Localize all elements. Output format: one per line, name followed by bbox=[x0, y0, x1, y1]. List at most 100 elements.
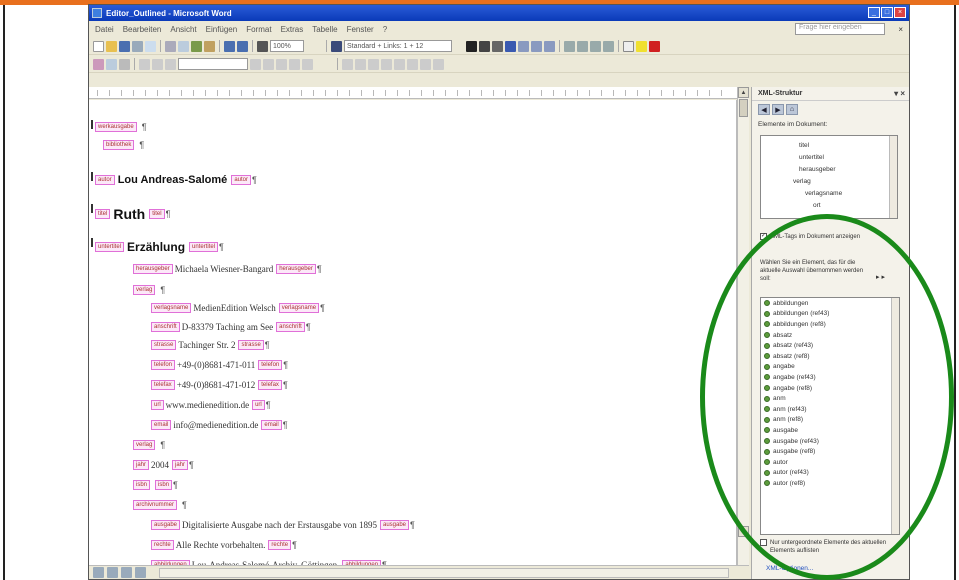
tree-item[interactable]: herausgeber bbox=[799, 166, 836, 173]
tool-icon[interactable] bbox=[394, 58, 405, 70]
document-text[interactable]: D-83379 Taching am See bbox=[182, 322, 273, 332]
menu-item[interactable]: Tabelle bbox=[312, 25, 337, 34]
align-right-icon[interactable] bbox=[531, 40, 542, 52]
list-item[interactable]: absatz bbox=[761, 330, 899, 341]
document-text[interactable]: Alle Rechte vorbehalten. bbox=[176, 540, 266, 550]
align-left-icon[interactable] bbox=[505, 40, 516, 52]
scroll-up-icon[interactable]: ▲ bbox=[738, 87, 749, 98]
back-icon[interactable]: ◀ bbox=[758, 104, 770, 115]
xml-close-tag[interactable]: jahr bbox=[172, 460, 189, 470]
document-text[interactable]: Erzählung bbox=[127, 240, 185, 254]
tool-icon[interactable] bbox=[407, 58, 418, 70]
forward-icon[interactable]: ▶ bbox=[772, 104, 784, 115]
close-document-icon[interactable]: × bbox=[898, 25, 903, 34]
tool-icon[interactable] bbox=[368, 58, 379, 70]
document-text[interactable]: 2004 bbox=[151, 460, 169, 470]
document-line[interactable]: verlag ¶ bbox=[133, 440, 165, 450]
document-text[interactable]: +49-(0)8681-471-011 bbox=[177, 360, 255, 370]
show-formatting-icon[interactable] bbox=[257, 40, 268, 52]
menu-item[interactable]: Extras bbox=[281, 25, 304, 34]
open-icon[interactable] bbox=[106, 40, 117, 52]
tool-icon[interactable] bbox=[420, 58, 431, 70]
xml-open-tag[interactable]: archivnummer bbox=[133, 500, 178, 510]
tool-icon[interactable] bbox=[119, 58, 130, 70]
document-line[interactable]: archivnummer ¶ bbox=[133, 500, 187, 510]
undo-icon[interactable] bbox=[224, 40, 235, 52]
bold-icon[interactable] bbox=[466, 40, 477, 52]
tool-icon[interactable] bbox=[139, 58, 150, 70]
tree-item[interactable]: verlagsname bbox=[805, 190, 842, 197]
show-tags-row[interactable]: ✓ XML-Tags im Dokument anzeigen bbox=[760, 233, 860, 240]
list-item[interactable]: anm bbox=[761, 393, 899, 404]
xml-close-tag[interactable]: strasse bbox=[238, 340, 264, 350]
numbering-icon[interactable] bbox=[564, 40, 575, 52]
list-item[interactable]: abbildungen (ref8) bbox=[761, 319, 899, 330]
document-line[interactable]: strasse Tachinger Str. 2 strasse ¶ bbox=[151, 340, 270, 350]
list-item[interactable]: anm (ref43) bbox=[761, 404, 899, 415]
style-select[interactable]: Standard + Links: 1 + 12 bbox=[344, 40, 452, 52]
scroll-thumb[interactable] bbox=[739, 99, 748, 117]
tree-item[interactable]: titel bbox=[799, 142, 809, 149]
tool-icon[interactable] bbox=[93, 58, 104, 70]
menu-item[interactable]: Ansicht bbox=[170, 25, 196, 34]
document-line[interactable]: bibliothek ¶ bbox=[103, 140, 144, 150]
tool-icon[interactable] bbox=[263, 58, 274, 70]
xml-open-tag[interactable]: email bbox=[151, 420, 172, 430]
menu-item[interactable]: Einfügen bbox=[206, 25, 238, 34]
tree-item[interactable]: untertitel bbox=[799, 154, 824, 161]
xml-close-tag[interactable]: email bbox=[261, 420, 282, 430]
research-icon[interactable] bbox=[204, 40, 215, 52]
xml-open-tag[interactable]: verlag bbox=[133, 440, 156, 450]
xml-open-tag[interactable]: url bbox=[151, 400, 164, 410]
highlight-icon[interactable] bbox=[636, 40, 647, 52]
document-line[interactable]: werkausgabe ¶ bbox=[91, 120, 147, 132]
xml-open-tag[interactable]: telefon bbox=[151, 360, 176, 370]
tool-icon[interactable] bbox=[355, 58, 366, 70]
xml-open-tag[interactable]: titel bbox=[95, 209, 111, 219]
document-line[interactable]: ausgabe Digitalisierte Ausgabe nach der E… bbox=[151, 520, 415, 530]
document-line[interactable]: url www.medienedition.de url ¶ bbox=[151, 400, 271, 410]
tree-scrollbar[interactable] bbox=[889, 136, 897, 218]
increase-indent-icon[interactable] bbox=[603, 40, 614, 52]
document-line[interactable]: titel Ruth titel ¶ bbox=[91, 204, 170, 222]
xml-options-link[interactable]: XML-Optionen... bbox=[766, 565, 813, 572]
document-text[interactable]: www.medienedition.de bbox=[166, 400, 249, 410]
only-children-row[interactable]: Nur untergeordnete Elemente des aktuelle… bbox=[760, 539, 909, 555]
document-line[interactable]: jahr 2004 jahr ¶ bbox=[133, 460, 194, 470]
print-layout-icon[interactable] bbox=[121, 567, 132, 578]
show-tags-checkbox[interactable]: ✓ bbox=[760, 233, 767, 240]
document-text[interactable]: Tachinger Str. 2 bbox=[178, 340, 235, 350]
tool-icon[interactable] bbox=[276, 58, 287, 70]
list-item[interactable]: autor (ref8) bbox=[761, 478, 899, 489]
xml-close-tag[interactable]: isbn bbox=[155, 480, 173, 490]
xml-close-tag[interactable]: titel bbox=[149, 209, 165, 219]
list-item[interactable]: absatz (ref43) bbox=[761, 340, 899, 351]
tool-icon[interactable] bbox=[165, 58, 176, 70]
tool-dropdown[interactable] bbox=[178, 58, 248, 70]
document-area[interactable]: werkausgabe ¶ bibliothek ¶ autor Lou Andreas-… bbox=[89, 100, 737, 565]
xml-open-tag[interactable]: autor bbox=[95, 175, 115, 185]
tool-icon[interactable] bbox=[381, 58, 392, 70]
redo-icon[interactable] bbox=[237, 40, 248, 52]
xml-open-tag[interactable]: telefax bbox=[151, 380, 175, 390]
xml-open-tag[interactable]: werkausgabe bbox=[95, 122, 137, 132]
print-icon[interactable] bbox=[165, 40, 176, 52]
minimize-button[interactable]: _ bbox=[868, 7, 880, 18]
tool-icon[interactable] bbox=[250, 58, 261, 70]
xml-close-tag[interactable]: telefon bbox=[258, 360, 283, 370]
list-item[interactable]: autor bbox=[761, 457, 899, 468]
tool-icon[interactable] bbox=[152, 58, 163, 70]
document-line[interactable]: isbn isbn ¶ bbox=[133, 480, 178, 490]
list-item[interactable]: anm (ref8) bbox=[761, 415, 899, 426]
list-item[interactable]: abbildungen (ref43) bbox=[761, 309, 899, 320]
vertical-scrollbar[interactable]: ▲ ▼ bbox=[737, 87, 749, 565]
styles-pane-icon[interactable] bbox=[331, 40, 342, 52]
tool-icon[interactable] bbox=[106, 58, 117, 70]
border-icon[interactable] bbox=[623, 40, 634, 52]
new-icon[interactable] bbox=[93, 40, 104, 52]
document-line[interactable]: verlag ¶ bbox=[133, 285, 165, 295]
document-text[interactable]: Lou Andreas-Salomé bbox=[118, 174, 228, 186]
xml-open-tag[interactable]: herausgeber bbox=[133, 264, 173, 274]
list-item[interactable]: autor (ref43) bbox=[761, 468, 899, 479]
xml-close-tag[interactable]: autor bbox=[231, 175, 251, 185]
